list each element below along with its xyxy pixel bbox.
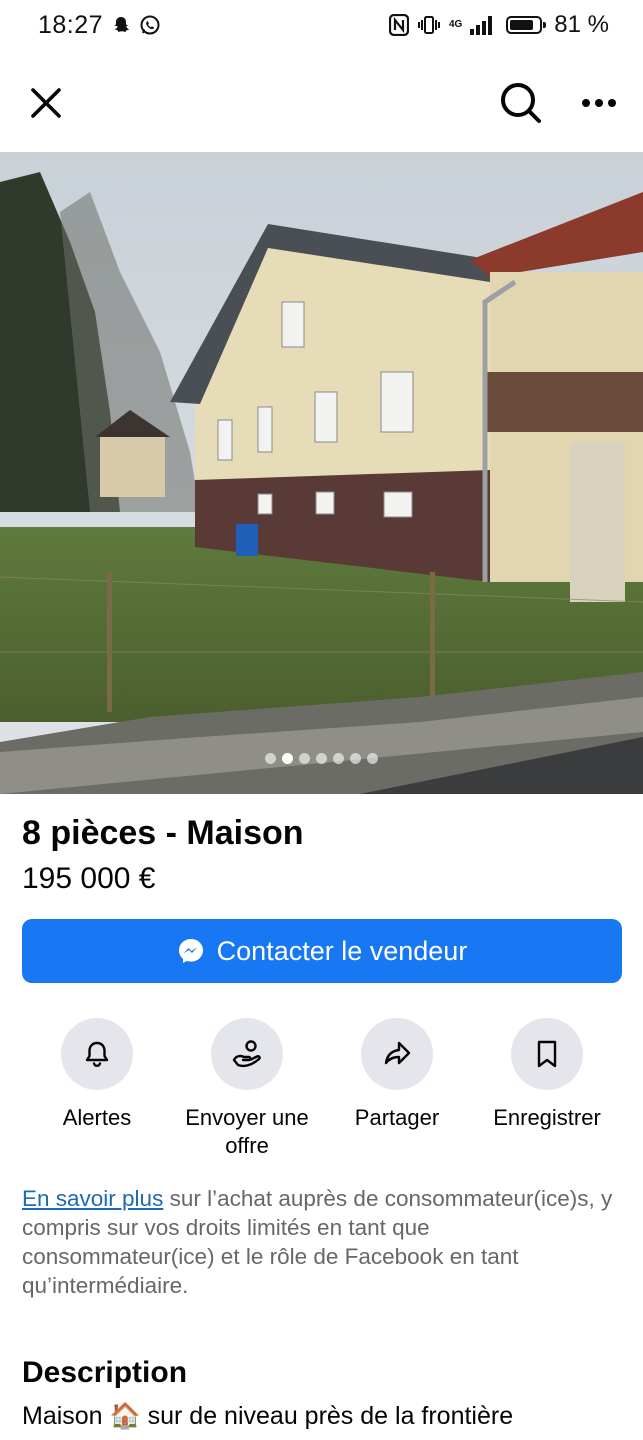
- send-offer-button[interactable]: [211, 1018, 283, 1090]
- pagination-dot[interactable]: [265, 753, 276, 764]
- description-text: Maison 🏠 sur de niveau près de la fronti…: [22, 1402, 513, 1431]
- contact-seller-button[interactable]: Contacter le vendeur: [22, 919, 622, 983]
- status-left: 18:27: [38, 11, 161, 40]
- vibrate-icon: [417, 15, 441, 35]
- status-bar: 18:27 4G 81 %: [0, 0, 643, 50]
- share-label: Partager: [354, 1105, 440, 1130]
- pagination-dot[interactable]: [299, 753, 310, 764]
- listing-title: 8 pièces - Maison: [22, 814, 304, 852]
- listing-price: 195 000 €: [22, 862, 156, 895]
- network-type-icon: 4G: [449, 20, 462, 30]
- alerts-button[interactable]: [61, 1018, 133, 1090]
- pagination-dot[interactable]: [282, 753, 293, 764]
- alerts-action[interactable]: Alertes: [22, 1018, 172, 1160]
- action-row: Alertes Envoyer une offre Partager Enreg…: [22, 1018, 622, 1160]
- contact-seller-label: Contacter le vendeur: [216, 935, 468, 966]
- learn-more-link[interactable]: En savoir plus: [22, 1186, 163, 1211]
- messenger-icon: [178, 939, 203, 963]
- pagination-dot[interactable]: [316, 753, 327, 764]
- house-emoji-icon: 🏠: [109, 1402, 141, 1430]
- pagination-dot[interactable]: [367, 753, 378, 764]
- offer-hand-icon: [232, 1040, 261, 1068]
- battery-icon: [506, 16, 547, 34]
- send-offer-action[interactable]: Envoyer une offre: [172, 1018, 322, 1160]
- bell-icon: [85, 1041, 109, 1068]
- status-right: 4G 81 %: [388, 11, 609, 39]
- search-button[interactable]: [499, 81, 543, 125]
- listing-photo[interactable]: [0, 152, 643, 794]
- nav-actions: [499, 81, 621, 125]
- share-button[interactable]: [361, 1018, 433, 1090]
- status-time: 18:27: [38, 10, 104, 39]
- signal-strength-icon: [470, 15, 493, 35]
- send-offer-label: Envoyer une offre: [185, 1105, 309, 1158]
- house-photo-illustration: [0, 152, 643, 794]
- more-horizontal-icon: [582, 99, 616, 107]
- photo-pagination: [0, 753, 643, 764]
- more-button[interactable]: [577, 81, 621, 125]
- battery-fill: [510, 20, 533, 30]
- save-action[interactable]: Enregistrer: [472, 1018, 622, 1160]
- close-button[interactable]: [24, 81, 68, 125]
- save-label: Enregistrer: [493, 1105, 601, 1130]
- save-button[interactable]: [511, 1018, 583, 1090]
- top-nav: [0, 60, 643, 146]
- search-icon: [501, 83, 541, 123]
- close-icon: [31, 88, 61, 118]
- description-heading: Description: [22, 1356, 188, 1389]
- pagination-dot[interactable]: [333, 753, 344, 764]
- bookmark-icon: [537, 1040, 557, 1068]
- pagination-dot[interactable]: [350, 753, 361, 764]
- description-text-start: Maison: [22, 1402, 110, 1430]
- network-type-label: 4G: [448, 19, 463, 30]
- description-text-end: sur de niveau près de la frontière: [140, 1402, 514, 1430]
- nfc-icon: [388, 14, 409, 36]
- whatsapp-notification-icon: [139, 14, 161, 36]
- share-arrow-icon: [384, 1041, 411, 1065]
- battery-percent: 81 %: [554, 11, 609, 38]
- snapchat-notification-icon: [111, 15, 131, 35]
- purchase-info: En savoir plus sur l’achat auprès de con…: [22, 1184, 622, 1300]
- share-action[interactable]: Partager: [322, 1018, 472, 1160]
- alerts-label: Alertes: [62, 1105, 132, 1130]
